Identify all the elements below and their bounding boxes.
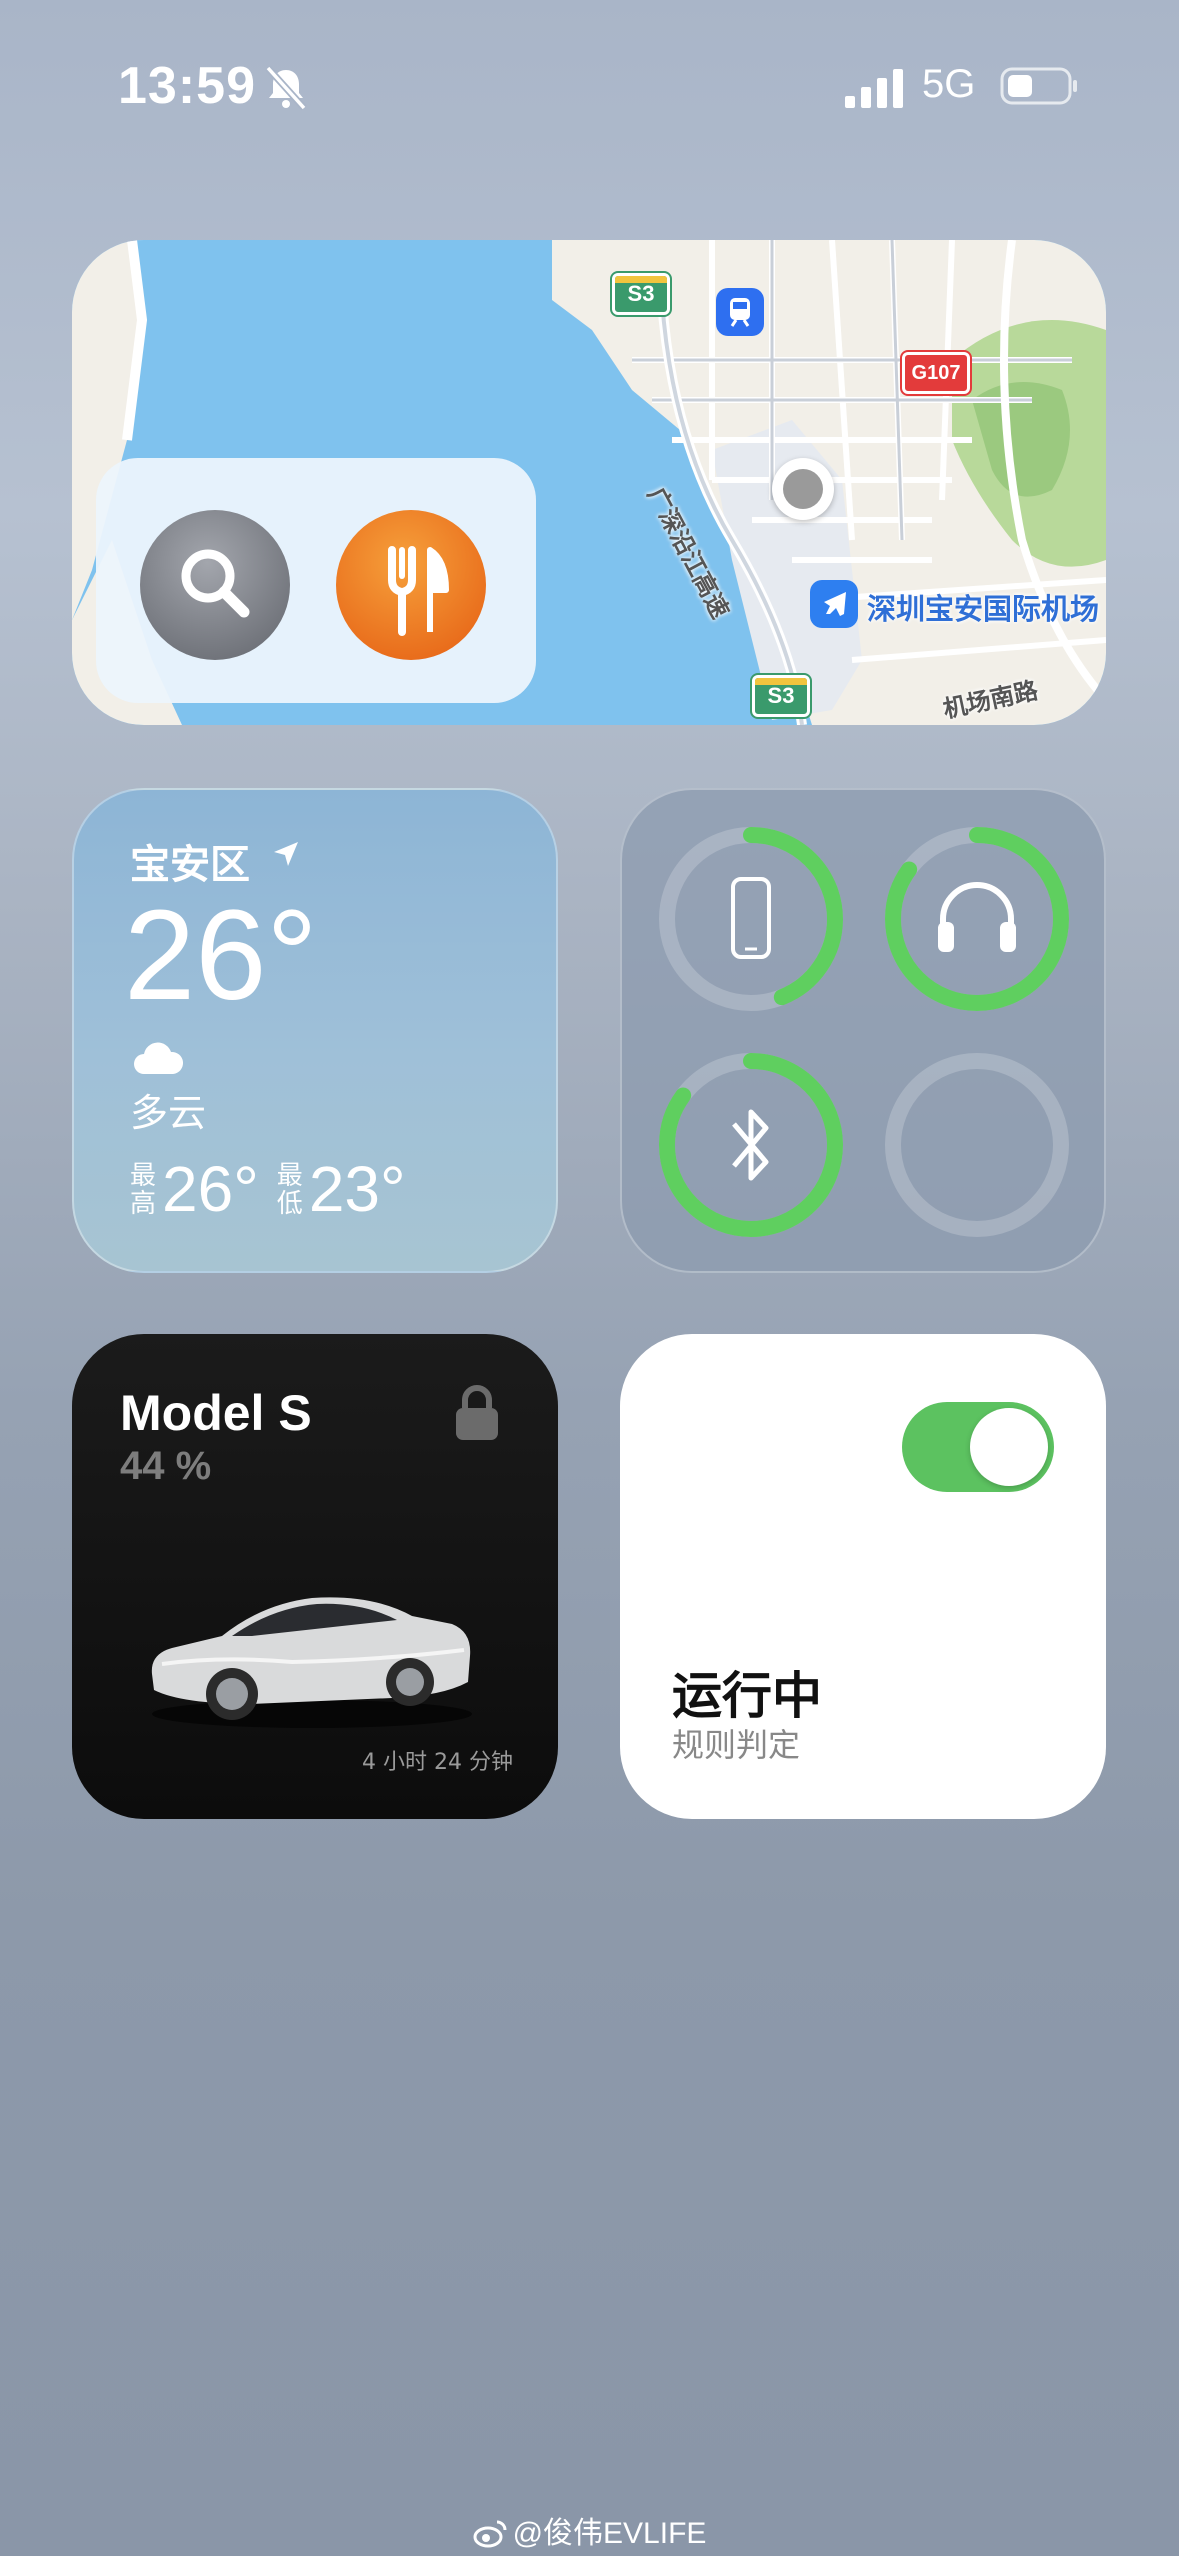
weather-low: 23°: [308, 1153, 406, 1225]
status-bar: 13:59 5G: [0, 0, 1179, 170]
network-type: 5G: [922, 62, 976, 106]
bluetooth-icon: [732, 1109, 769, 1181]
bell-muted-icon: [265, 65, 307, 111]
route-shield-s3: S3: [612, 273, 670, 315]
high-tag-1: 最: [130, 1160, 157, 1190]
car-image: [151, 1597, 472, 1728]
maps-widget[interactable]: S3 G107 广深沿江高速 深圳宝安国际机场 S3 机场南路: [72, 240, 1106, 725]
cellular-signal-icon: [845, 69, 903, 108]
charge-time-remaining: 4 小时 24 分钟: [362, 1750, 513, 1775]
credit-text: @俊伟EVLIFE: [512, 2517, 707, 2550]
high-tag-2: 高: [130, 1188, 157, 1218]
low-tag-1: 最: [276, 1160, 303, 1190]
train-station-icon: [716, 288, 764, 336]
weather-high-low: 最 高 26° 最 低 23°: [130, 1152, 424, 1226]
weather-temperature: 26°: [124, 884, 318, 1027]
location-arrow-icon: [274, 842, 298, 866]
route-shield-g107: G107: [902, 352, 970, 394]
map-shortcuts-panel: [96, 458, 536, 703]
automation-widget[interactable]: 运行中 规则判定: [620, 1334, 1106, 1819]
phone-icon: [731, 877, 771, 959]
status-subtitle: 规则判定: [672, 1726, 801, 1764]
status-title: 运行中: [672, 1667, 822, 1725]
enable-toggle[interactable]: [902, 1402, 1054, 1492]
fork-knife-icon: [388, 546, 449, 636]
watermark-credit: @俊伟EVLIFE: [0, 2508, 1179, 2552]
airport-label: 深圳宝安国际机场: [867, 592, 1100, 626]
search-button[interactable]: [140, 510, 290, 660]
low-tag: 最 低: [277, 1161, 303, 1217]
battery-ring-headphones: [880, 822, 1074, 1016]
weather-high: 26°: [162, 1153, 259, 1225]
search-icon: [181, 549, 250, 618]
batteries-widget[interactable]: [620, 788, 1106, 1273]
weibo-icon: [473, 2520, 507, 2548]
sound-wave-icon: [684, 1407, 784, 1505]
battery-ring-bluetooth: [654, 1048, 848, 1242]
status-time: 13:59: [118, 57, 256, 115]
vehicle-charge: 44 %: [120, 1444, 212, 1488]
battery-icon: [1000, 67, 1077, 105]
current-location-marker: [772, 458, 834, 520]
route-shield-s3-lower: S3: [752, 675, 810, 717]
low-tag-2: 低: [276, 1188, 303, 1218]
vehicle-model: Model S: [120, 1385, 312, 1441]
battery-ring-empty: [880, 1048, 1074, 1242]
high-tag: 最 高: [130, 1161, 156, 1217]
cloud-icon: [134, 1042, 184, 1074]
headphones-icon: [938, 882, 1016, 952]
lock-icon: [456, 1385, 498, 1440]
battery-ring-phone: [654, 822, 848, 1016]
airport-icon: [810, 580, 858, 628]
tesla-widget[interactable]: Model S 44 % 4 小时 24 分钟: [72, 1334, 558, 1819]
restaurants-button[interactable]: [336, 510, 486, 660]
weather-condition: 多云: [130, 1091, 207, 1135]
weather-widget[interactable]: 宝安区 26° 多云 最 高 26° 最 低 23°: [72, 788, 558, 1273]
